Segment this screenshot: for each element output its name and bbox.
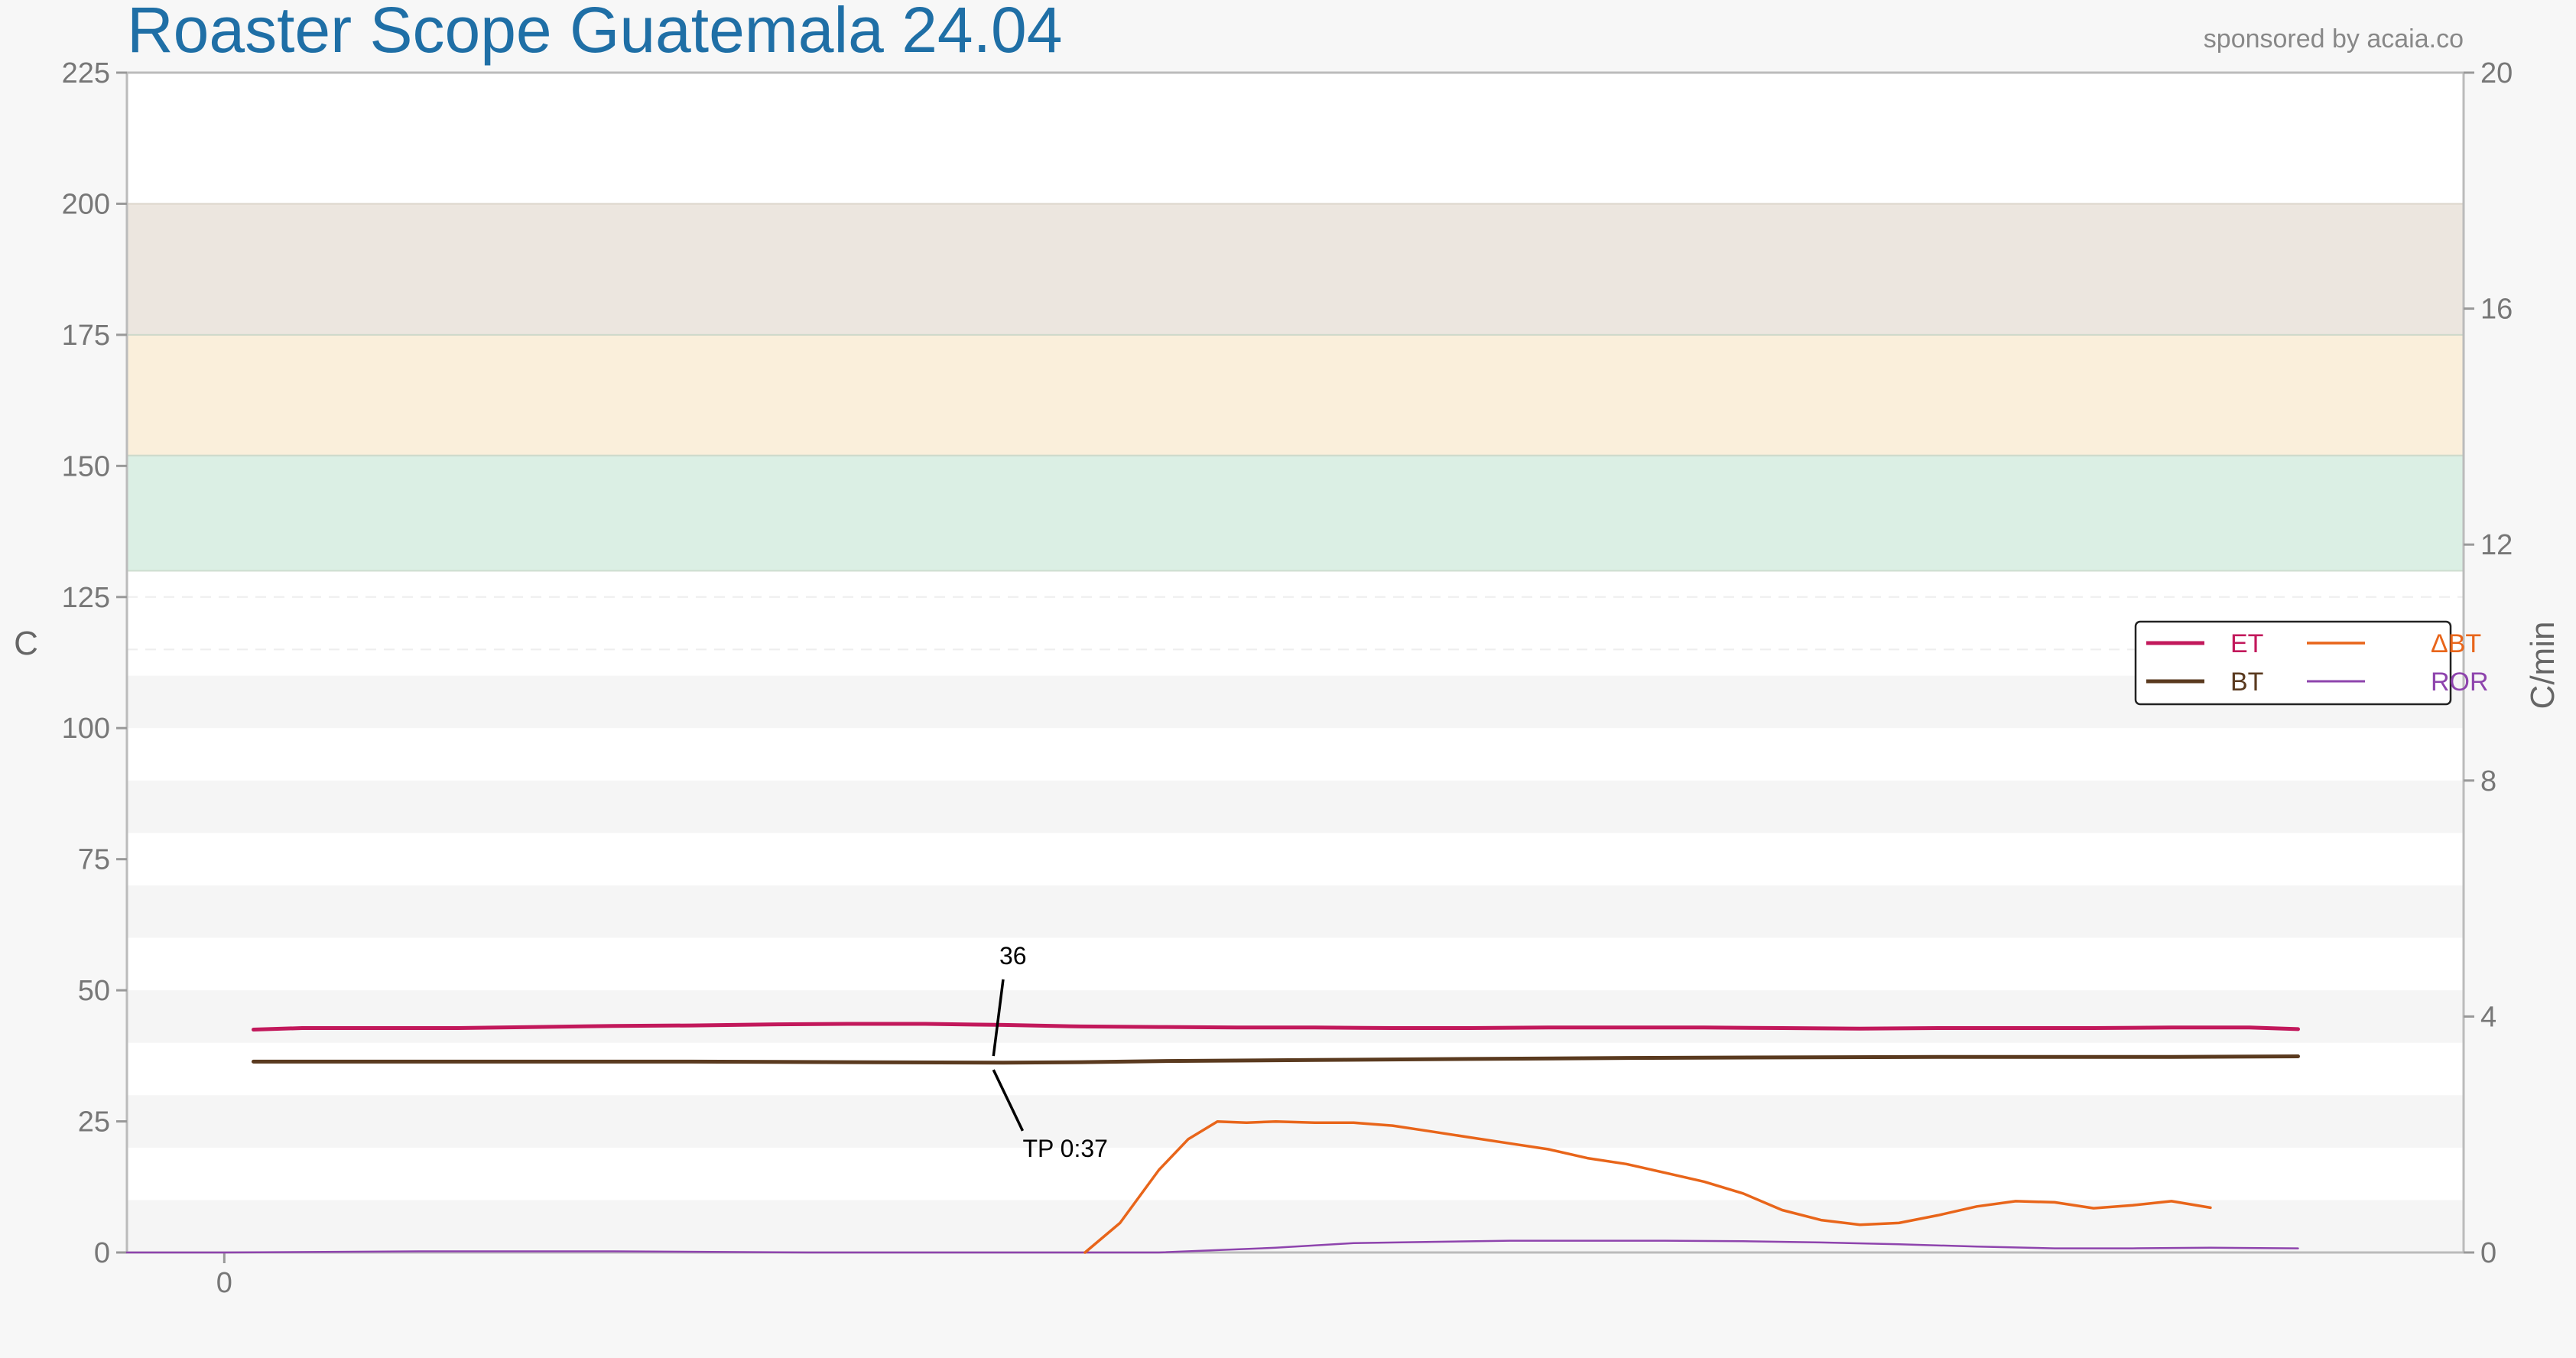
- legend-label-bt: BT: [2230, 668, 2263, 697]
- y2-tick-label: 0: [2480, 1237, 2496, 1269]
- y-tick-label: 200: [62, 188, 110, 220]
- roast-chart: Roaster Scope Guatemala 24.04 sponsored …: [0, 0, 2576, 1358]
- y-tick-label: 25: [78, 1106, 110, 1139]
- y-tick-label: 75: [78, 844, 110, 876]
- annotation-label: TP 0:37: [1022, 1135, 1107, 1162]
- y-tick-label: 175: [62, 320, 110, 352]
- grid-stripe: [127, 675, 2464, 729]
- legend-box: [2134, 620, 2452, 706]
- y2-tick-label: 4: [2480, 1001, 2496, 1033]
- y-tick-label: 50: [78, 975, 110, 1007]
- y-tick-label: 125: [62, 582, 110, 614]
- y2-axis-label: C/min: [2524, 622, 2561, 710]
- annotation-label: 36: [999, 942, 1027, 970]
- legend: ET ΔBT BT ROR: [2134, 620, 2489, 706]
- legend-label-dbt: ΔBT: [2431, 629, 2481, 658]
- x-tick-label: 0: [216, 1267, 232, 1299]
- y2-tick-label: 16: [2480, 294, 2513, 326]
- y-tick-label: 225: [62, 57, 110, 89]
- grid-stripe: [127, 780, 2464, 833]
- legend-label-et: ET: [2230, 629, 2263, 658]
- sponsor-text: sponsored by acaia.co: [2204, 24, 2464, 54]
- y2-tick-label: 20: [2480, 57, 2513, 89]
- grid-stripe: [127, 990, 2464, 1043]
- phase-band: [127, 334, 2464, 456]
- chart-title: Roaster Scope Guatemala 24.04: [127, 0, 1062, 66]
- y-tick-label: 0: [94, 1237, 110, 1269]
- phase-band: [127, 455, 2464, 571]
- legend-label-ror: ROR: [2431, 668, 2489, 697]
- y-tick-label: 150: [62, 450, 110, 482]
- y-axis-label: C: [14, 625, 38, 662]
- phase-band: [127, 203, 2464, 335]
- y-tick-label: 100: [62, 713, 110, 745]
- y2-tick-label: 12: [2480, 529, 2513, 561]
- y2-tick-label: 8: [2480, 765, 2496, 798]
- grid-stripe: [127, 885, 2464, 938]
